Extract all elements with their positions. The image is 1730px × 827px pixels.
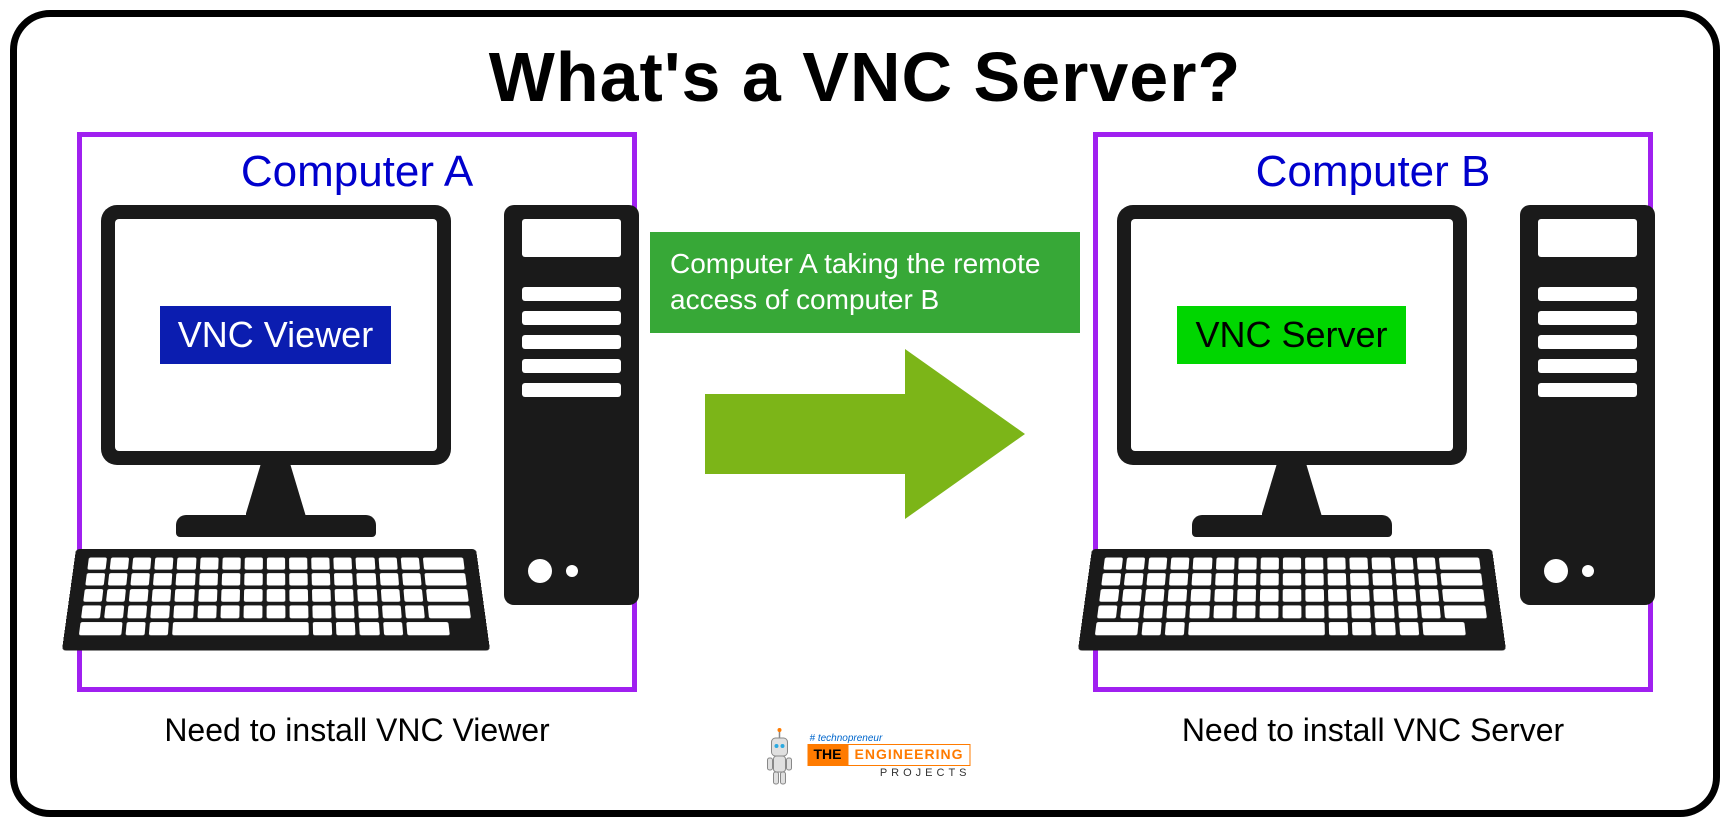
keyboard-b-icon xyxy=(1077,549,1505,651)
optical-drive-icon xyxy=(1538,219,1637,257)
monitor-stand-base xyxy=(1192,515,1392,537)
tower-vents-icon xyxy=(522,287,621,397)
arrow-column: Computer A taking the remote access of c… xyxy=(647,132,1083,529)
monitor-b: VNC Server xyxy=(1092,205,1492,661)
monitor-a-frame: VNC Viewer xyxy=(101,205,451,465)
logo-text: # technopreneur THE ENGINEERING PROJECTS xyxy=(807,733,970,778)
monitor-stand-neck xyxy=(246,465,306,515)
brand-logo: # technopreneur THE ENGINEERING PROJECTS xyxy=(759,726,970,786)
vnc-viewer-badge: VNC Viewer xyxy=(160,306,391,364)
computer-a-label: Computer A xyxy=(241,147,473,197)
monitor-b-frame: VNC Server xyxy=(1117,205,1467,465)
led-icon xyxy=(566,565,578,577)
tower-buttons-icon xyxy=(1538,559,1637,583)
monitor-a-screen: VNC Viewer xyxy=(115,219,437,451)
robot-icon xyxy=(759,726,799,786)
monitor-stand-base xyxy=(176,515,376,537)
tower-vents-icon xyxy=(1538,287,1637,397)
computer-a-caption: Need to install VNC Viewer xyxy=(164,712,549,749)
computer-a-box: Computer A VNC Viewer xyxy=(77,132,637,692)
computer-b-column: Computer B VNC Server xyxy=(1093,132,1653,749)
computer-b-label: Computer B xyxy=(1256,147,1491,197)
computer-b-caption: Need to install VNC Server xyxy=(1182,712,1564,749)
diagram-frame: What's a VNC Server? Computer A VNC View… xyxy=(10,10,1720,817)
keyboard-a-icon xyxy=(61,549,489,651)
tower-b-icon xyxy=(1520,205,1655,605)
logo-tagline: # technopreneur xyxy=(809,733,970,744)
computer-b-box: Computer B VNC Server xyxy=(1093,132,1653,692)
logo-projects: PROJECTS xyxy=(807,767,970,779)
arrow-caption: Computer A taking the remote access of c… xyxy=(650,232,1080,333)
tower-buttons-icon xyxy=(522,559,621,583)
logo-engineering: ENGINEERING xyxy=(847,744,970,765)
monitor-a: VNC Viewer xyxy=(76,205,476,661)
computer-a-graphic: VNC Viewer xyxy=(76,205,639,661)
led-icon xyxy=(1582,565,1594,577)
computer-b-graphic: VNC Server xyxy=(1092,205,1655,661)
optical-drive-icon xyxy=(522,219,621,257)
power-button-icon xyxy=(528,559,552,583)
computer-a-column: Computer A VNC Viewer xyxy=(77,132,637,749)
diagram-row: Computer A VNC Viewer xyxy=(77,132,1653,749)
tower-a-icon xyxy=(504,205,639,605)
monitor-b-screen: VNC Server xyxy=(1131,219,1453,451)
diagram-title: What's a VNC Server? xyxy=(77,37,1653,117)
right-arrow-icon xyxy=(695,339,1035,529)
logo-the: THE xyxy=(807,744,847,765)
vnc-server-badge: VNC Server xyxy=(1177,306,1405,364)
power-button-icon xyxy=(1544,559,1568,583)
monitor-stand-neck xyxy=(1262,465,1322,515)
